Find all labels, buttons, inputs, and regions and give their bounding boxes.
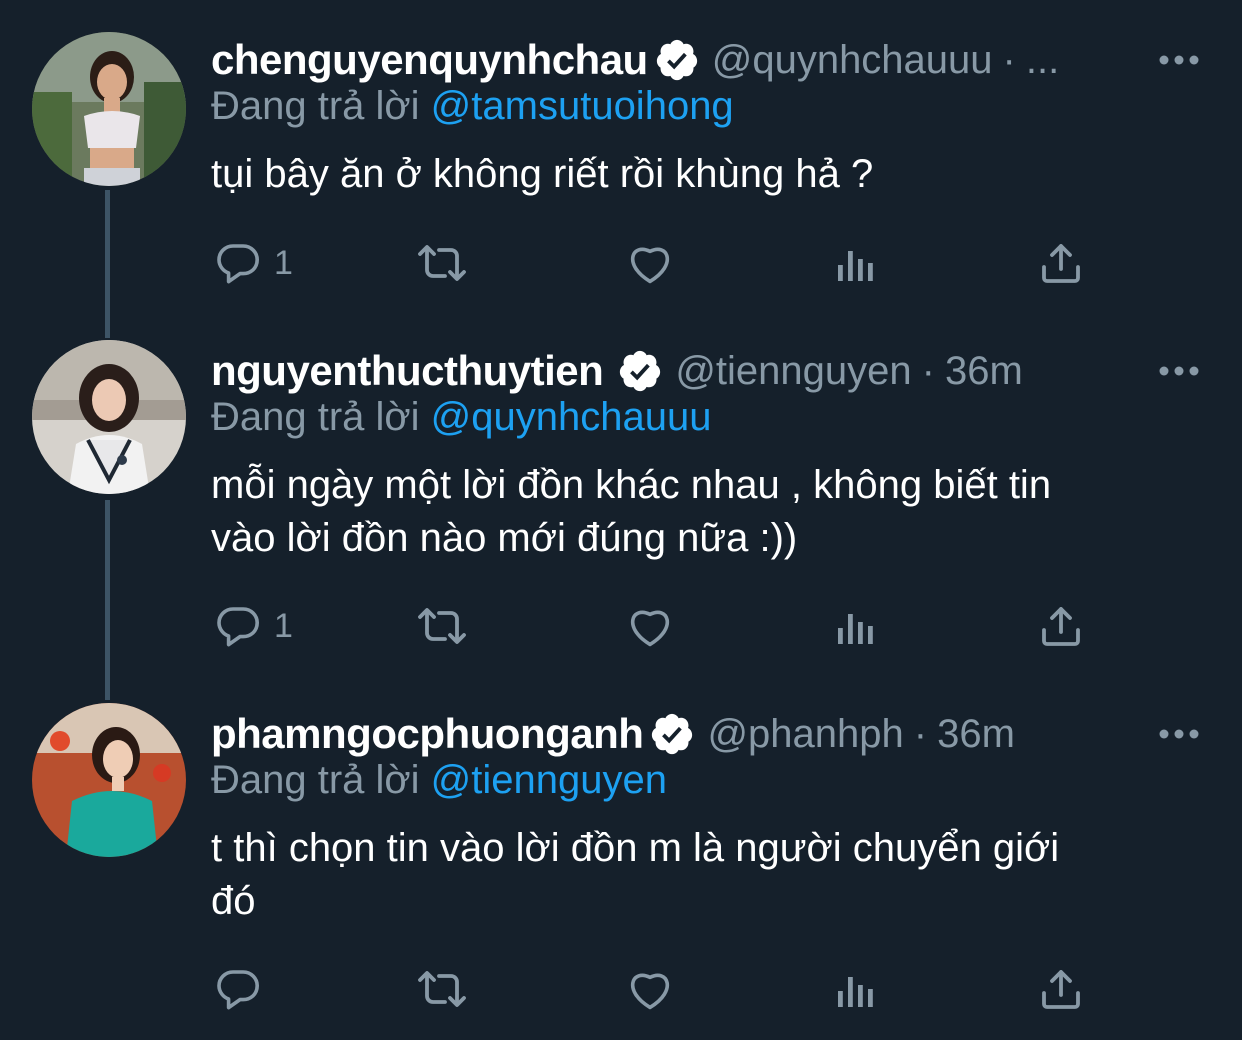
tweet-header: chenguyenquynhchau @quynhchauuu · ...: [211, 32, 1059, 88]
timestamp[interactable]: 36m: [937, 712, 1015, 757]
reply-button[interactable]: [214, 961, 274, 1017]
header-separator: ·: [1002, 37, 1016, 82]
tweet-text: t thì chọn tin vào lời đồn m là người ch…: [211, 822, 1211, 928]
like-icon: [630, 610, 670, 647]
analytics-icon: [838, 251, 873, 281]
tweet-text-line: vào lời đồn nào mới đúng nữa :)): [211, 516, 798, 560]
reply-icon: [217, 244, 259, 284]
tweet-text-line: đó: [211, 879, 256, 923]
reply-count: 1: [274, 606, 293, 645]
reply-button[interactable]: 1: [214, 598, 293, 654]
tweet-header: phamngocphuonganh @phanhph · 36m: [211, 706, 1015, 762]
tweet-actions: 1: [0, 598, 1242, 654]
tweet-actions: [0, 961, 1242, 1017]
replying-to-mention[interactable]: @tiennguyen: [431, 758, 667, 802]
reply-thread: chenguyenquynhchau @quynhchauuu · ... Đa…: [0, 0, 1242, 1040]
reply-button[interactable]: 1: [214, 235, 293, 291]
display-name[interactable]: chenguyenquynhchau: [211, 36, 648, 84]
replying-to-mention[interactable]: @tamsutuoihong: [431, 84, 734, 128]
verified-badge-icon: [617, 348, 663, 394]
avatar[interactable]: [32, 32, 186, 186]
retweet-button[interactable]: [414, 961, 470, 1017]
verified-badge-icon: [654, 37, 700, 83]
header-separator: ·: [921, 348, 935, 393]
tweet-reply[interactable]: phamngocphuonganh @phanhph · 36m Đang tr…: [0, 703, 1242, 1040]
timestamp[interactable]: 36m: [945, 349, 1023, 394]
replying-to-line: Đang trả lời @quynhchauuu: [211, 395, 712, 440]
tweet-header: nguyenthucthuytien @tiennguyen · 36m: [211, 343, 1023, 399]
user-handle[interactable]: @phanhph: [707, 712, 903, 757]
share-button[interactable]: [1037, 961, 1085, 1017]
avatar[interactable]: [32, 340, 186, 494]
display-name[interactable]: phamngocphuonganh: [211, 710, 644, 758]
reply-icon: [217, 607, 259, 647]
analytics-icon: [838, 614, 873, 644]
tweet-reply[interactable]: nguyenthucthuytien @tiennguyen · 36m Đan…: [0, 340, 1242, 673]
like-icon: [630, 973, 670, 1010]
tweet-text-line: tụi bây ăn ở không riết rồi khùng hả ?: [211, 152, 874, 196]
analytics-button[interactable]: [832, 235, 880, 291]
retweet-button[interactable]: [414, 235, 470, 291]
timestamp[interactable]: ...: [1026, 38, 1059, 83]
user-handle[interactable]: @quynhchauuu: [712, 38, 993, 83]
replying-to-line: Đang trả lời @tiennguyen: [211, 758, 667, 803]
like-button[interactable]: [626, 235, 674, 291]
tweet-text: mỗi ngày một lời đồn khác nhau , không b…: [211, 459, 1211, 565]
verified-badge-icon: [649, 711, 695, 757]
tweet-reply[interactable]: chenguyenquynhchau @quynhchauuu · ... Đa…: [0, 32, 1242, 322]
like-icon: [630, 247, 670, 284]
retweet-icon: [418, 971, 466, 1007]
more-options-icon[interactable]: [1156, 351, 1202, 391]
tweet-text-line: mỗi ngày một lời đồn khác nhau , không b…: [211, 463, 1052, 507]
tweet-text-line: t thì chọn tin vào lời đồn m là người ch…: [211, 826, 1060, 870]
share-icon: [1042, 970, 1080, 1009]
like-button[interactable]: [626, 598, 674, 654]
share-icon: [1042, 244, 1080, 283]
tweet-actions: 1: [0, 235, 1242, 291]
like-button[interactable]: [626, 961, 674, 1017]
analytics-icon: [838, 977, 873, 1007]
retweet-icon: [418, 608, 466, 644]
retweet-button[interactable]: [414, 598, 470, 654]
tweet-text: tụi bây ăn ở không riết rồi khùng hả ?: [211, 148, 1211, 201]
reply-icon: [217, 970, 259, 1010]
retweet-icon: [418, 245, 466, 281]
avatar[interactable]: [32, 703, 186, 857]
more-options-icon[interactable]: [1156, 40, 1202, 80]
replying-to-label: Đang trả lời: [211, 395, 420, 439]
more-options-icon[interactable]: [1156, 714, 1202, 754]
replying-to-line: Đang trả lời @tamsutuoihong: [211, 84, 734, 129]
share-button[interactable]: [1037, 235, 1085, 291]
display-name[interactable]: nguyenthucthuytien: [211, 347, 604, 395]
reply-count: 1: [274, 243, 293, 282]
replying-to-label: Đang trả lời: [211, 84, 420, 128]
replying-to-mention[interactable]: @quynhchauuu: [431, 395, 712, 439]
analytics-button[interactable]: [832, 961, 880, 1017]
share-icon: [1042, 607, 1080, 646]
header-separator: ·: [913, 711, 928, 756]
user-handle[interactable]: @tiennguyen: [675, 349, 911, 394]
analytics-button[interactable]: [832, 598, 880, 654]
share-button[interactable]: [1037, 598, 1085, 654]
replying-to-label: Đang trả lời: [211, 758, 420, 802]
